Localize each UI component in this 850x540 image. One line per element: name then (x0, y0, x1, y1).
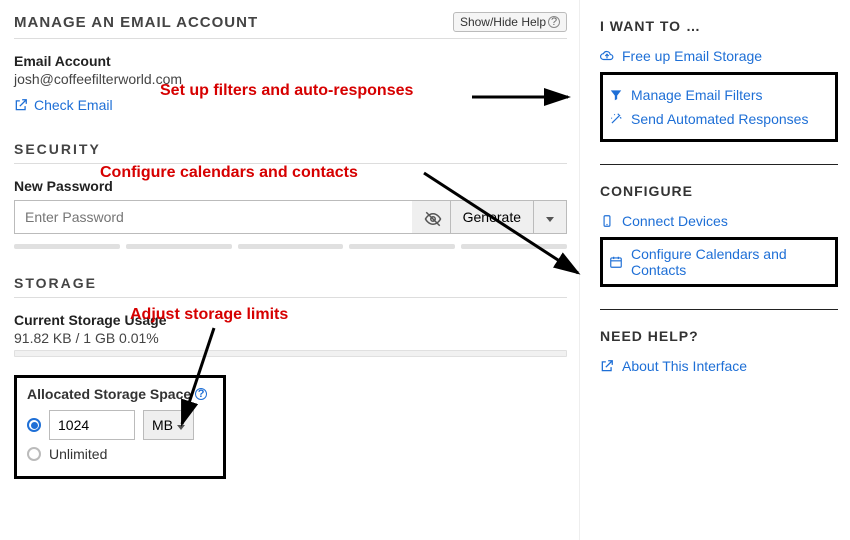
chevron-down-icon (177, 417, 185, 433)
filters-responses-group: Manage Email Filters Send Automated Resp… (600, 72, 838, 142)
radio-unchecked-icon (27, 447, 41, 461)
password-row: Generate (14, 200, 567, 234)
check-email-link[interactable]: Check Email (14, 97, 113, 113)
unit-label: MB (152, 417, 173, 433)
about-interface-link[interactable]: About This Interface (600, 358, 838, 374)
usage-progress-bar (14, 350, 567, 357)
filter-icon (609, 88, 623, 102)
external-link-icon (600, 359, 614, 373)
unit-dropdown[interactable]: MB (143, 410, 194, 440)
password-input[interactable] (14, 200, 412, 234)
check-email-label: Check Email (34, 97, 113, 113)
allocated-unlimited-option[interactable]: Unlimited (27, 446, 213, 462)
help-label: Show/Hide Help (460, 15, 546, 29)
allocated-fixed-option[interactable]: MB (27, 410, 213, 440)
generate-dropdown-button[interactable] (533, 200, 567, 234)
allocated-storage-box: Allocated Storage Space ? MB Unlimited (14, 375, 226, 479)
external-link-icon (14, 98, 28, 112)
device-icon (600, 214, 614, 228)
generate-label: Generate (463, 209, 521, 225)
about-label: About This Interface (622, 358, 747, 374)
storage-title: Storage (14, 275, 567, 298)
email-account-label: Email Account (14, 53, 567, 69)
i-want-to-heading: I Want To … (600, 18, 838, 34)
eye-off-icon (424, 210, 438, 224)
send-automated-link[interactable]: Send Automated Responses (609, 111, 829, 127)
calendar-icon (609, 255, 623, 269)
help-icon: ? (548, 16, 560, 28)
free-up-storage-link[interactable]: Free up Email Storage (600, 48, 838, 64)
password-visibility-toggle[interactable] (412, 200, 450, 234)
new-password-label: New Password (14, 178, 567, 194)
info-icon[interactable]: ? (195, 388, 207, 400)
need-help-heading: Need Help? (600, 328, 838, 344)
configure-heading: Configure (600, 183, 838, 199)
header-row: Manage an Email Account Show/Hide Help ? (14, 12, 567, 39)
security-title: Security (14, 141, 567, 164)
configure-calendars-label: Configure Calendars and Contacts (631, 246, 829, 278)
configure-calendars-group: Configure Calendars and Contacts (600, 237, 838, 287)
page-title: Manage an Email Account (14, 14, 258, 31)
allocated-storage-label: Allocated Storage Space ? (27, 386, 207, 402)
email-account-value: josh@coffeefilterworld.com (14, 71, 567, 87)
allocated-value-input[interactable] (49, 410, 135, 440)
divider (600, 164, 838, 165)
manage-filters-label: Manage Email Filters (631, 87, 763, 103)
radio-checked-icon (27, 418, 41, 432)
free-up-label: Free up Email Storage (622, 48, 762, 64)
configure-calendars-link[interactable]: Configure Calendars and Contacts (609, 246, 829, 278)
password-strength-meter (14, 244, 567, 249)
magic-wand-icon (609, 112, 623, 126)
connect-devices-label: Connect Devices (622, 213, 728, 229)
unlimited-label: Unlimited (49, 446, 107, 462)
manage-filters-link[interactable]: Manage Email Filters (609, 87, 829, 103)
show-hide-help-button[interactable]: Show/Hide Help ? (453, 12, 567, 32)
generate-password-button[interactable]: Generate (450, 200, 533, 234)
current-usage-value: 91.82 KB / 1 GB 0.01% (14, 330, 567, 346)
divider (600, 309, 838, 310)
main-panel: Manage an Email Account Show/Hide Help ?… (0, 0, 580, 540)
connect-devices-link[interactable]: Connect Devices (600, 213, 838, 229)
current-usage-label: Current Storage Usage (14, 312, 567, 328)
sidebar: I Want To … Free up Email Storage Manage… (580, 0, 850, 540)
send-automated-label: Send Automated Responses (631, 111, 808, 127)
chevron-down-icon (546, 209, 554, 225)
cloud-upload-icon (600, 49, 614, 63)
